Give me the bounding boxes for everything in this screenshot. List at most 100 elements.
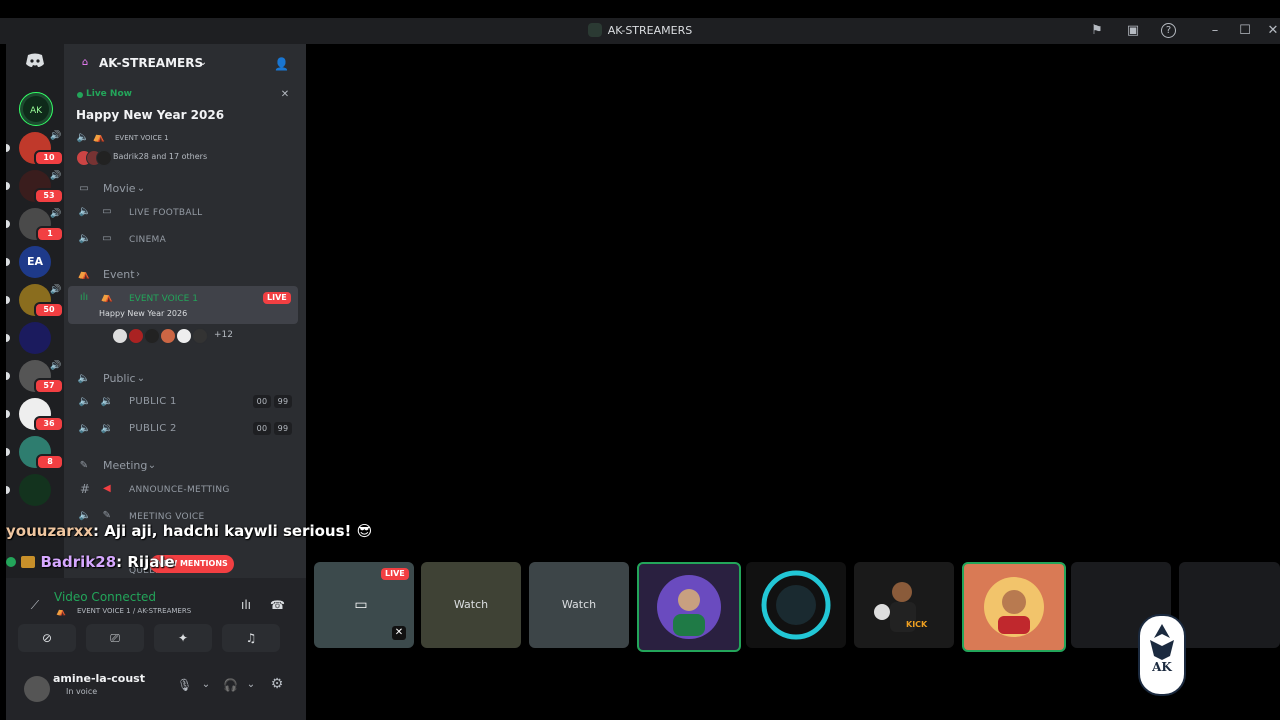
inbox-icon[interactable]: ▣ (1124, 22, 1142, 40)
hash-icon: # (79, 482, 91, 496)
maximize-icon[interactable]: ☐ (1236, 22, 1254, 40)
channel-name: ANNOUNCE-METTING (129, 485, 230, 495)
channel-public-2[interactable]: 🔈 🔉 PUBLIC 2 00 99 (64, 417, 306, 441)
category-event[interactable]: ⛺ Event › (64, 266, 306, 284)
channel-announce[interactable]: # ◀ ANNOUNCE-METTING (64, 477, 306, 501)
help-icon[interactable]: ? (1161, 23, 1176, 38)
tv-icon: ▭ (102, 206, 112, 217)
avatar (192, 328, 208, 344)
close-icon[interactable]: ✕ (1264, 22, 1280, 40)
speaker-icon: 🔉 (100, 423, 114, 434)
noise-suppression-icon[interactable]: ılı (239, 598, 253, 612)
channel-cinema[interactable]: 🔈 ▭ CINEMA (64, 227, 306, 251)
chat-message: Badrik28: Rijale (6, 553, 175, 571)
speaker-icon: 🔈 (78, 206, 92, 217)
voice-participants[interactable]: +12 (112, 328, 302, 346)
watermark-text: AK (1152, 660, 1172, 674)
chevron-right-icon: › (136, 269, 140, 280)
category-label: Event (103, 268, 135, 281)
speaker-icon: 🔊 (50, 171, 62, 181)
close-icon[interactable]: ✕ (278, 88, 292, 102)
channel-event-voice[interactable]: ılı ⛺ EVENT VOICE 1 LIVE Happy New Year … (68, 286, 298, 324)
discord-home-icon[interactable] (20, 52, 50, 74)
unread-pill (6, 448, 10, 456)
camera-off-button[interactable]: ⊘ (18, 624, 76, 652)
soundboard-button[interactable]: ♫ (222, 624, 280, 652)
mention-badge: 53 (34, 188, 64, 204)
title-bar: AK-STREAMERS ⚑ ▣ ? – ☐ ✕ (0, 18, 1280, 44)
avatar (128, 328, 144, 344)
participant-tile[interactable] (1179, 562, 1280, 648)
channel-public-1[interactable]: 🔈 🔉 PUBLIC 1 00 99 (64, 390, 306, 414)
mention-badge: 50 (34, 302, 64, 318)
headphones-icon[interactable]: 🎧 (223, 678, 238, 692)
channel-name: PUBLIC 2 (129, 423, 177, 434)
chevron-down-icon: ⌄ (136, 183, 146, 194)
stream-tile[interactable]: Watch (421, 562, 521, 648)
chat-text: : Rijale (116, 553, 175, 571)
category-public[interactable]: 🔈 Public ⌄ (64, 370, 306, 388)
chat-user: youuzarxx (6, 522, 94, 540)
channel-name: CINEMA (129, 235, 167, 245)
participant-tile[interactable] (962, 562, 1066, 652)
speaker-icon: 🔉 (100, 396, 114, 407)
category-label: Meeting (103, 459, 148, 472)
server-icon (587, 23, 602, 37)
stage-icon: ⛺ (100, 292, 114, 303)
minimize-icon[interactable]: – (1206, 22, 1224, 40)
mic-icon[interactable]: 🎙 (177, 678, 192, 692)
unread-pill (6, 220, 10, 228)
participant-tile[interactable]: KICK (854, 562, 954, 648)
avatar (144, 328, 160, 344)
chevron-down-icon[interactable]: ⌄ (199, 678, 213, 692)
voice-activity-icon: ılı (79, 292, 89, 303)
server-ak[interactable]: AK (19, 92, 53, 126)
participant-tile[interactable] (637, 562, 741, 652)
chat-text: : Aji aji, hadchi kaywli serious! 😎 (93, 522, 373, 540)
disconnect-icon[interactable]: ☎ (270, 598, 285, 612)
watch-button[interactable]: Watch (421, 598, 521, 611)
add-member-icon[interactable]: 👤 (274, 57, 289, 71)
server-name: AK-STREAMERS (99, 56, 204, 70)
event-title: Happy New Year 2026 (76, 108, 225, 122)
attendee-count: Badrik28 and 17 others (113, 152, 208, 161)
chevron-down-icon: ⌄ (198, 57, 208, 68)
pen-icon: ✎ (102, 510, 112, 521)
screen-share-button[interactable]: ⎚ (86, 624, 144, 652)
event-channel: EVENT VOICE 1 (115, 134, 169, 142)
participant-tile[interactable] (746, 562, 846, 648)
live-badge: LIVE (263, 292, 291, 304)
avatar (160, 328, 176, 344)
mute-icon[interactable]: ✕ (392, 626, 406, 640)
stream-tile[interactable]: Watch (529, 562, 629, 648)
speaker-icon: 🔈 (78, 423, 92, 434)
category-meeting[interactable]: ✎ Meeting ⌄ (64, 457, 306, 475)
category-movie[interactable]: ▭ Movie ⌄ (64, 180, 306, 198)
watch-button[interactable]: Watch (529, 598, 629, 611)
server-header[interactable]: ⌂ AK-STREAMERS ⌄ 👤 (64, 44, 306, 84)
settings-icon[interactable]: ⚙ (270, 677, 284, 691)
mention-badge: 57 (34, 378, 64, 394)
flag-icon[interactable]: ⚑ (1088, 22, 1106, 40)
signal-icon[interactable]: ⟋ (28, 598, 42, 612)
chevron-down-icon[interactable]: ⌄ (244, 678, 258, 692)
stage-icon: ⛺ (77, 269, 91, 280)
server-7[interactable] (19, 322, 51, 354)
unread-pill (6, 486, 10, 494)
stream-tile[interactable]: LIVE ▭ ✕ (314, 562, 414, 648)
unread-pill (6, 296, 10, 304)
user-avatar[interactable] (24, 676, 50, 702)
megaphone-icon: ◀ (103, 483, 111, 494)
user-limit: 99 (274, 395, 292, 408)
svg-text:AK: AK (30, 106, 43, 116)
live-event-card[interactable]: Live Now ✕ Happy New Year 2026 🔈 ⛺ EVENT… (64, 88, 306, 172)
badge-icon (21, 556, 36, 568)
server-ea[interactable]: EA (19, 246, 51, 278)
unread-pill (6, 334, 10, 342)
speaker-icon: 🔈 (76, 132, 90, 143)
ea-logo-text: EA (26, 255, 44, 268)
activities-button[interactable]: ✦ (154, 624, 212, 652)
channel-live-football[interactable]: 🔈 ▭ LIVE FOOTBALL (64, 200, 306, 224)
server-11[interactable] (19, 474, 51, 506)
pen-icon: ✎ (79, 460, 89, 471)
